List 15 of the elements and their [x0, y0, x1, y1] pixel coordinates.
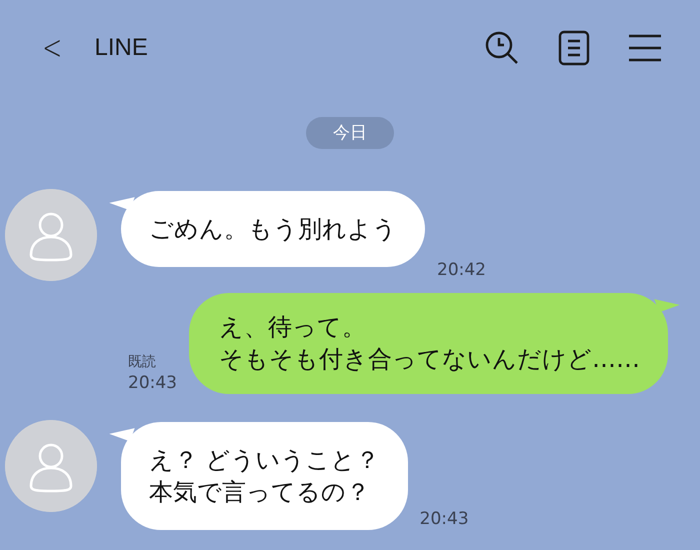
message-text: 本気で言ってるの？ — [149, 477, 371, 508]
date-label: 今日 — [306, 117, 394, 149]
message-text: え？ どういうこと？ — [149, 445, 380, 476]
message-text: ごめん。もう別れよう — [149, 214, 397, 245]
message-time: 20:43 — [128, 372, 177, 394]
read-receipt: 既読 — [128, 353, 156, 372]
note-icon[interactable] — [558, 30, 590, 66]
message-time: 20:43 — [420, 508, 469, 530]
message-text: そもそも付き合ってないんだけど…… — [219, 344, 640, 375]
search-icon[interactable] — [484, 30, 520, 66]
message-time: 20:42 — [437, 259, 486, 281]
chat-title: LINE — [94, 34, 149, 62]
message-text: え、待って。 — [219, 312, 367, 343]
back-button[interactable]: < — [42, 30, 62, 64]
menu-icon[interactable] — [628, 32, 662, 62]
